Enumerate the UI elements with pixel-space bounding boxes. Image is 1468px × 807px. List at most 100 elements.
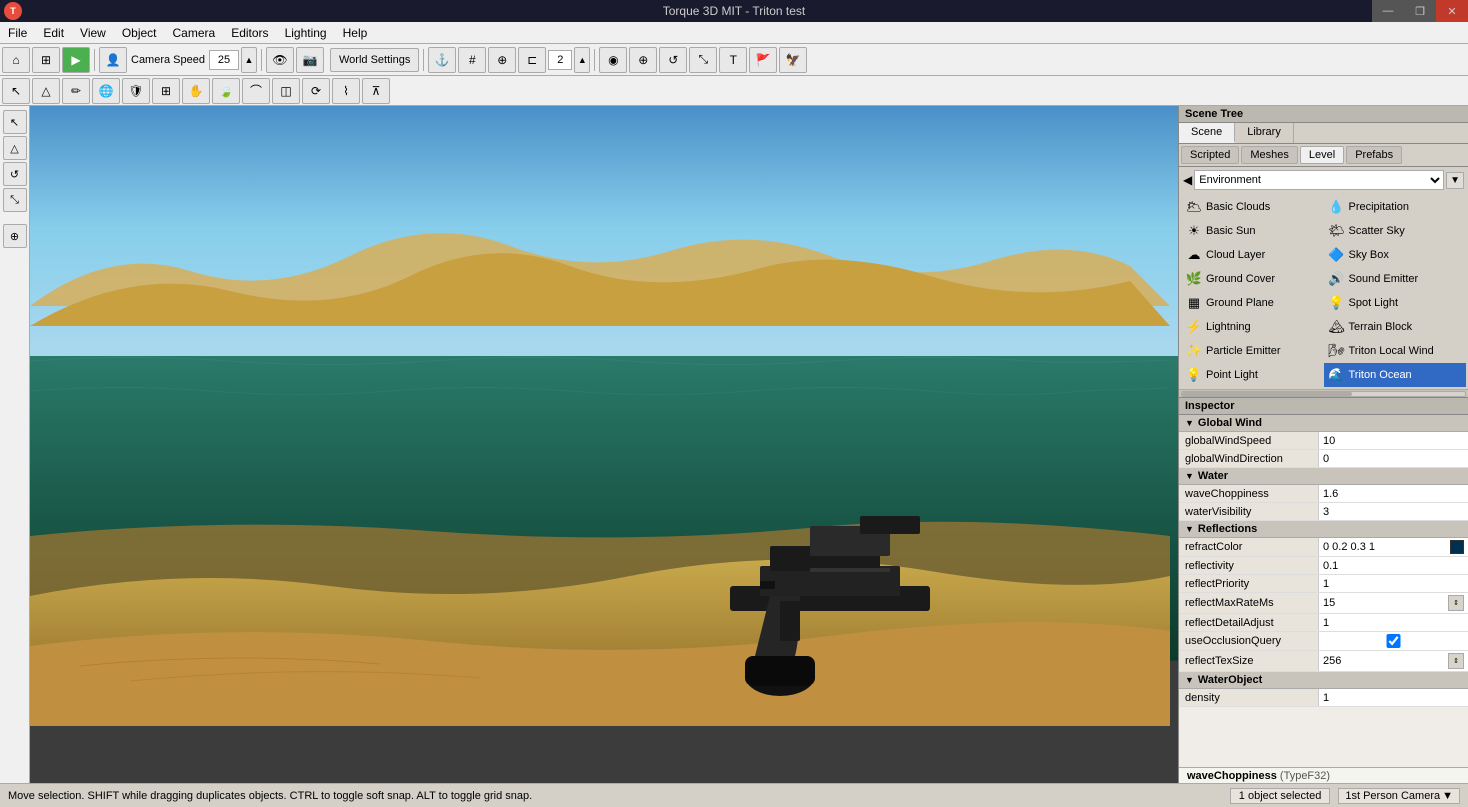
tb2-arrow-btn[interactable]: ↖ (2, 78, 30, 104)
menu-file[interactable]: File (0, 22, 35, 44)
toolbar-grid2-btn[interactable]: # (458, 47, 486, 73)
inspector-section-water[interactable]: ▼ Water (1179, 468, 1468, 485)
env-dropdown-arrow[interactable]: ▼ (1446, 172, 1464, 189)
input-wave-choppiness[interactable] (1323, 488, 1464, 500)
tb2-shield-btn[interactable]: 🛡 (122, 78, 150, 104)
input-refract-color[interactable] (1323, 541, 1446, 553)
toolbar-home-btn[interactable]: ⌂ (2, 47, 30, 73)
menu-object[interactable]: Object (114, 22, 165, 44)
grid-item-point-light[interactable]: 💡 Point Light (1181, 363, 1324, 387)
menu-lighting[interactable]: Lighting (277, 22, 335, 44)
minimize-button[interactable]: — (1372, 0, 1404, 22)
inspector-section-global-wind[interactable]: ▼ Global Wind (1179, 415, 1468, 432)
val-global-wind-dir[interactable] (1319, 450, 1468, 467)
input-reflectivity[interactable] (1323, 560, 1464, 572)
lt-scale-btn[interactable]: ⤡ (3, 188, 27, 212)
grid-item-cloud-layer[interactable]: ☁ Cloud Layer (1181, 243, 1324, 267)
input-reflect-max-rate[interactable] (1323, 597, 1448, 609)
scene-hscrollbar[interactable] (1179, 389, 1468, 397)
input-water-visibility[interactable] (1323, 506, 1464, 518)
toolbar-avatar-btn[interactable]: 👤 (99, 47, 127, 73)
tb2-flatten-btn[interactable]: ⌇ (332, 78, 360, 104)
env-select[interactable]: Environment (1194, 170, 1444, 190)
tb2-grid3-btn[interactable]: ⊞ (152, 78, 180, 104)
grid-item-ground-plane[interactable]: ▦ Ground Plane (1181, 291, 1324, 315)
input-reflect-tex-size[interactable] (1323, 655, 1448, 667)
toolbar-cam-btn[interactable]: 📷 (296, 47, 324, 73)
val-wave-choppiness[interactable] (1319, 485, 1468, 502)
menu-view[interactable]: View (72, 22, 114, 44)
tb2-globe-btn[interactable]: 🌐 (92, 78, 120, 104)
tb2-noise-btn[interactable]: ⊼ (362, 78, 390, 104)
inspector-section-reflections[interactable]: ▼ Reflections (1179, 521, 1468, 538)
lt-move-btn[interactable]: △ (3, 136, 27, 160)
grid-item-particle-emitter[interactable]: ✨ Particle Emitter (1181, 339, 1324, 363)
val-reflect-tex-size[interactable]: ⇕ (1319, 651, 1468, 671)
tb2-select-btn[interactable]: ◫ (272, 78, 300, 104)
reflect-tex-size-spinner[interactable]: ⇕ (1448, 653, 1464, 669)
grid-item-scatter-sky[interactable]: 🌤 Scatter Sky (1324, 219, 1467, 243)
env-back-btn[interactable]: ◀ (1183, 173, 1192, 187)
camera-speed-up[interactable]: ▲ (241, 47, 257, 73)
snap-up-btn[interactable]: ▲ (574, 47, 590, 73)
grid-item-terrain-block[interactable]: 🏔 Terrain Block (1324, 315, 1467, 339)
tb2-triangle-btn[interactable]: △ (32, 78, 60, 104)
input-global-wind-dir[interactable] (1323, 453, 1464, 465)
menu-edit[interactable]: Edit (35, 22, 72, 44)
grid-item-basic-clouds[interactable]: 🌥 Basic Clouds (1181, 195, 1324, 219)
val-reflect-max-rate[interactable]: ⇕ (1319, 593, 1468, 613)
camera-mode-badge[interactable]: 1st Person Camera ▼ (1338, 788, 1460, 804)
toolbar-flag-btn[interactable]: 🦅 (779, 47, 807, 73)
lib-tab-meshes[interactable]: Meshes (1241, 146, 1298, 164)
tb2-hand-btn[interactable]: ✋ (182, 78, 210, 104)
camera-speed-input[interactable] (209, 50, 239, 70)
tab-scene[interactable]: Scene (1179, 123, 1235, 143)
world-settings-button[interactable]: World Settings (330, 48, 419, 72)
menu-editors[interactable]: Editors (223, 22, 276, 44)
tb2-leaf-btn[interactable]: 🍃 (212, 78, 240, 104)
grid-item-triton-ocean[interactable]: 🌊 Triton Ocean (1324, 363, 1467, 387)
toolbar-eye-btn[interactable]: 👁 (266, 47, 294, 73)
close-button[interactable]: ✕ (1436, 0, 1468, 22)
val-water-visibility[interactable] (1319, 503, 1468, 520)
reflect-max-rate-spinner[interactable]: ⇕ (1448, 595, 1464, 611)
toolbar-scale-btn[interactable]: ⤡ (689, 47, 717, 73)
val-refract-color[interactable] (1319, 538, 1468, 556)
lib-tab-level[interactable]: Level (1300, 146, 1344, 164)
grid-item-precipitation[interactable]: 💧 Precipitation (1324, 195, 1467, 219)
lib-tab-prefabs[interactable]: Prefabs (1346, 146, 1402, 164)
grid-item-lightning[interactable]: ⚡ Lightning (1181, 315, 1324, 339)
tb2-path-btn[interactable]: ⟳ (302, 78, 330, 104)
toolbar-water-btn[interactable]: 🚩 (749, 47, 777, 73)
input-reflect-detail-adjust[interactable] (1323, 617, 1464, 629)
lib-tab-scripted[interactable]: Scripted (1181, 146, 1239, 164)
menu-camera[interactable]: Camera (165, 22, 224, 44)
inspector-section-water-object[interactable]: ▼ WaterObject (1179, 672, 1468, 689)
input-density[interactable] (1323, 692, 1464, 704)
refract-color-swatch[interactable] (1450, 540, 1464, 554)
lt-rotate-btn[interactable]: ↺ (3, 162, 27, 186)
tb2-pencil-btn[interactable]: ✏ (62, 78, 90, 104)
val-reflectivity[interactable] (1319, 557, 1468, 574)
input-reflect-priority[interactable] (1323, 578, 1464, 590)
val-global-wind-speed[interactable] (1319, 432, 1468, 449)
lt-select-btn[interactable]: ↖ (3, 110, 27, 134)
snap-value-input[interactable] (548, 50, 572, 70)
toolbar-obj-btn[interactable]: ⊕ (488, 47, 516, 73)
val-density[interactable] (1319, 689, 1468, 706)
val-reflect-priority[interactable] (1319, 575, 1468, 592)
grid-item-sky-box[interactable]: 🔷 Sky Box (1324, 243, 1467, 267)
toolbar-snap-btn[interactable]: ⊏ (518, 47, 546, 73)
hscroll-thumb[interactable] (1182, 392, 1352, 396)
grid-item-triton-local-wind[interactable]: 🌬 Triton Local Wind (1324, 339, 1467, 363)
restore-button[interactable]: ❐ (1404, 0, 1436, 22)
menu-help[interactable]: Help (335, 22, 376, 44)
val-reflect-detail-adjust[interactable] (1319, 614, 1468, 631)
toolbar-play-btn[interactable]: ▶ (62, 47, 90, 73)
input-global-wind-speed[interactable] (1323, 435, 1464, 447)
tb2-arch-btn[interactable]: ⌒ (242, 78, 270, 104)
grid-item-sound-emitter[interactable]: 🔊 Sound Emitter (1324, 267, 1467, 291)
viewport[interactable] (30, 106, 1178, 783)
tab-library[interactable]: Library (1235, 123, 1294, 143)
lt-obj-btn[interactable]: ⊕ (3, 224, 27, 248)
